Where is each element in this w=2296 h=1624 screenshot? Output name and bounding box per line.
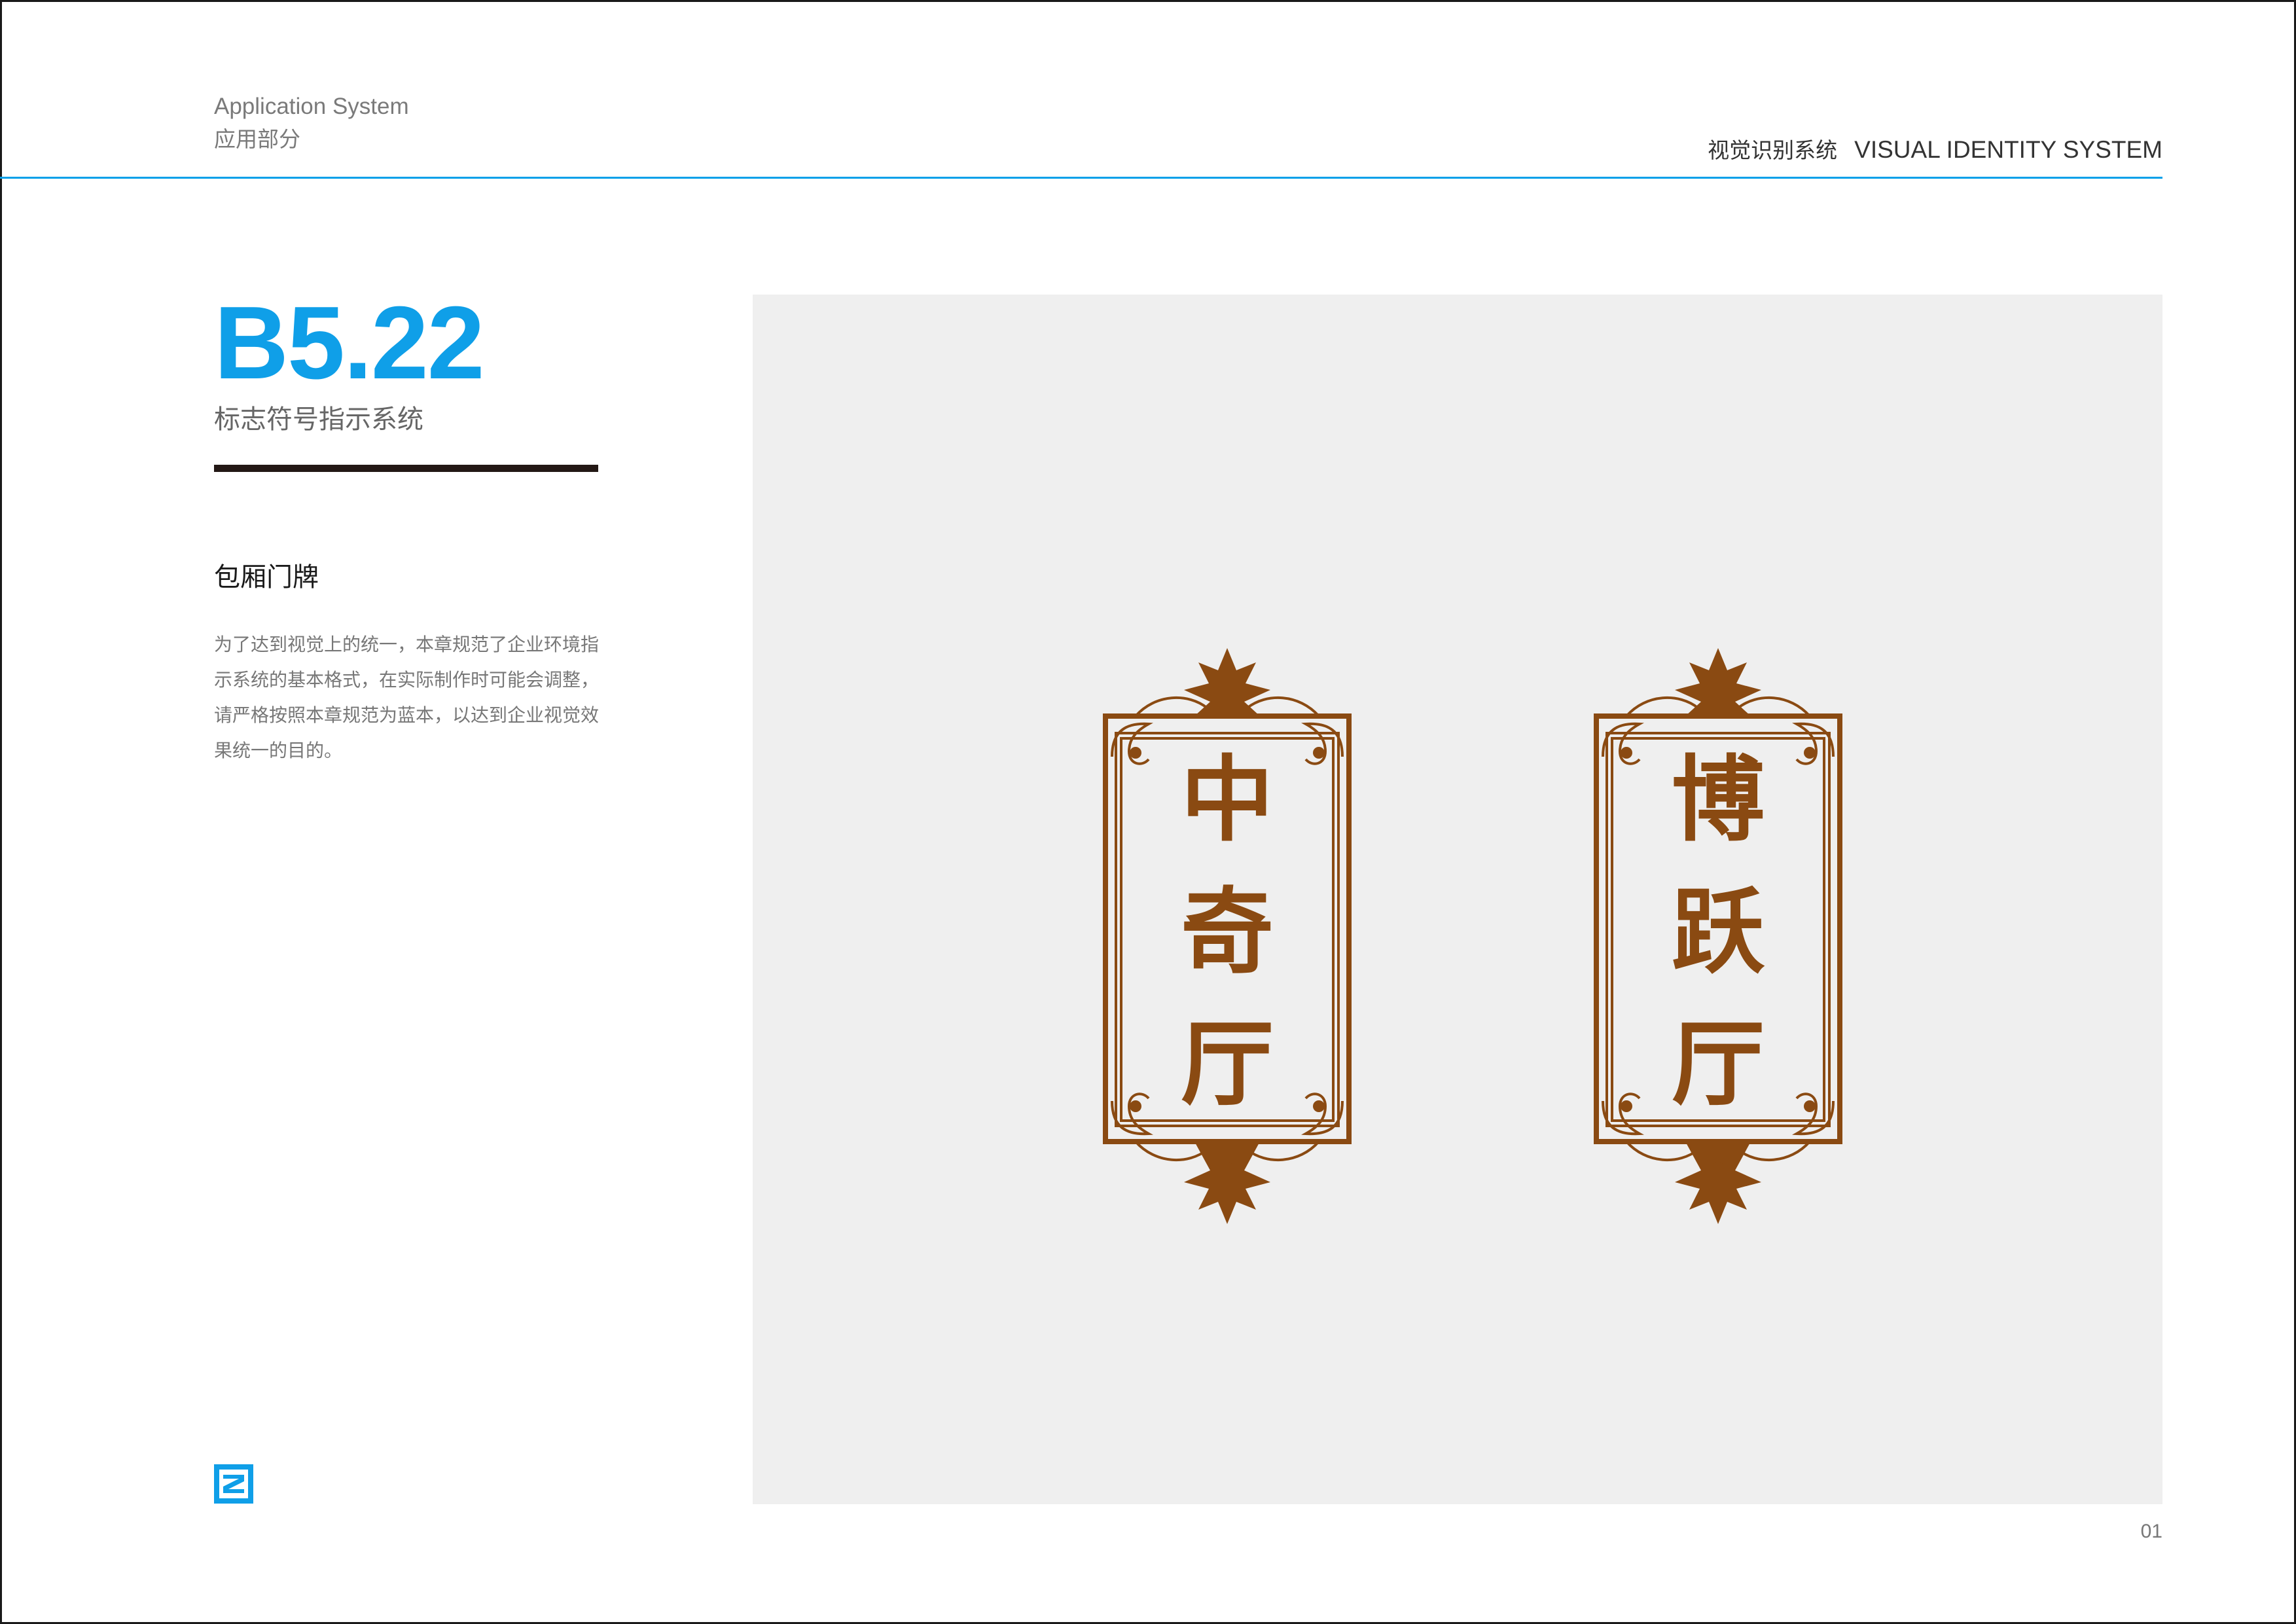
plaque-1-char-2: 奇	[1181, 878, 1274, 986]
section-title: 标志符号指示系统	[214, 405, 423, 434]
plaque-2-char-2: 跃	[1672, 878, 1765, 986]
header-system-cn: 视觉识别系统	[1708, 138, 1838, 162]
plaque-1-char-1: 中	[1181, 746, 1274, 854]
section-number: B5.22	[214, 285, 485, 401]
plaque-2-char-1: 博	[1672, 746, 1765, 854]
header-subtitle-en: Application System	[214, 94, 409, 119]
brand-logo-icon	[214, 1464, 253, 1504]
showcase-panel: 中 奇 厅 博 跃 厅	[753, 295, 2162, 1504]
page-number: 01	[2140, 1521, 2162, 1542]
header-subtitle-cn: 应用部分	[214, 127, 300, 151]
header-system-title: 视觉识别系统 VISUAL IDENTITY SYSTEM	[1708, 133, 2162, 164]
section-divider	[214, 465, 598, 472]
plaque-2-char-3: 厅	[1672, 1011, 1765, 1119]
header-rule	[0, 177, 2162, 179]
content-body: 为了达到视觉上的统一，本章规范了企业环境指示系统的基本格式，在实际制作时可能会调…	[214, 634, 600, 761]
header-system-en: VISUAL IDENTITY SYSTEM	[1854, 136, 2162, 163]
plaque-1-char-3: 厅	[1181, 1011, 1274, 1119]
door-plaque-1: 中 奇 厅	[1096, 648, 1358, 1224]
content-heading: 包厢门牌	[214, 563, 319, 592]
door-plaque-2: 博 跃 厅	[1587, 648, 1849, 1224]
